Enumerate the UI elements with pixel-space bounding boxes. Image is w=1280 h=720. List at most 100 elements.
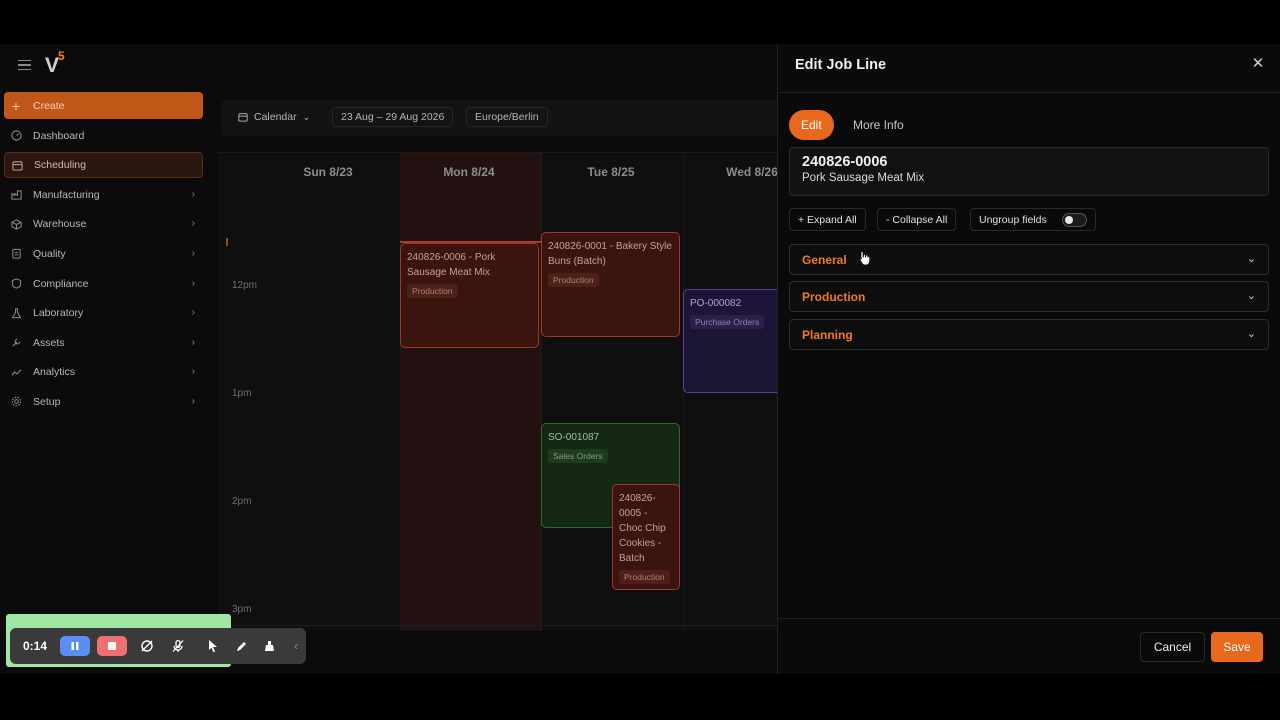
sidebar-item-quality[interactable]: Quality › <box>4 241 203 267</box>
pen-tool-icon[interactable] <box>231 636 251 656</box>
gauge-icon <box>10 130 22 142</box>
sidebar-item-label: Setup <box>33 395 61 408</box>
time-label-12pm: 12pm <box>232 280 258 291</box>
calendar-event[interactable]: 240826-0005 - Choc Chip Cookies - Batch … <box>612 484 680 590</box>
tab-edit[interactable]: Edit <box>789 110 834 140</box>
app-logo[interactable]: V5 <box>45 49 65 78</box>
pause-button[interactable] <box>60 636 90 656</box>
sidebar-item-manufacturing[interactable]: Manufacturing › <box>4 182 203 208</box>
timezone-button[interactable]: Europe/Berlin <box>466 107 548 127</box>
view-select[interactable]: Calendar ⌄ <box>230 107 318 127</box>
time-label-2pm: 2pm <box>232 496 252 507</box>
ungroup-fields-label: Ungroup fields <box>979 213 1047 226</box>
gear-icon <box>10 396 22 408</box>
box-icon <box>10 218 22 230</box>
week-calendar: Sun 8/23 Mon 8/24 Tue 8/25 Wed 8/26 12pm… <box>218 152 783 631</box>
divider <box>778 618 1280 619</box>
recording-timer: 0:14 <box>23 639 48 653</box>
sidebar: + Create Dashboard Scheduling Manufactur… <box>0 92 210 419</box>
job-number: 240826-0006 <box>802 154 888 170</box>
eraser-tool-icon[interactable] <box>259 636 279 656</box>
divider <box>778 92 1280 93</box>
mic-off-icon[interactable] <box>168 636 188 656</box>
section-planning[interactable]: Planning ⌄ <box>789 319 1269 350</box>
view-select-label: Calendar <box>254 111 297 123</box>
section-label: General <box>802 253 847 267</box>
sidebar-item-label: Laboratory <box>33 307 84 320</box>
sidebar-item-label: Scheduling <box>34 159 86 172</box>
cancel-button[interactable]: Cancel <box>1140 632 1205 662</box>
sidebar-item-analytics[interactable]: Analytics › <box>4 359 203 385</box>
date-range-button[interactable]: 23 Aug – 29 Aug 2026 <box>332 107 454 127</box>
event-tag: Production <box>407 284 458 298</box>
edit-job-line-panel: Edit Job Line ✕ Edit More Info 240826-00… <box>777 44 1280 674</box>
close-icon[interactable]: ✕ <box>1250 54 1266 72</box>
sidebar-item-dashboard[interactable]: Dashboard <box>4 123 203 149</box>
ungroup-fields-control[interactable]: Ungroup fields <box>970 208 1096 231</box>
calendar-event[interactable]: 240826-0001 - Bakery Style Buns (Batch) … <box>541 232 680 337</box>
sidebar-item-label: Assets <box>33 336 65 349</box>
sidebar-item-label: Quality <box>33 247 66 260</box>
day-header-tue: Tue 8/25 <box>587 165 635 179</box>
event-tag: Purchase Orders <box>690 315 765 329</box>
factory-icon <box>10 189 22 201</box>
pointer-tool-icon[interactable] <box>203 636 223 656</box>
save-button[interactable]: Save <box>1211 632 1263 662</box>
sidebar-item-setup[interactable]: Setup › <box>4 389 203 415</box>
day-header-mon: Mon 8/24 <box>443 165 495 179</box>
clipboard-icon <box>10 248 22 260</box>
chevron-down-icon: ⌄ <box>1246 290 1256 302</box>
column-divider <box>541 153 542 631</box>
time-label-3pm: 3pm <box>232 604 252 615</box>
job-name: Pork Sausage Meat Mix <box>802 172 925 184</box>
column-divider <box>683 153 684 631</box>
sidebar-item-label: Compliance <box>33 277 89 290</box>
hand-cursor-icon <box>859 251 871 266</box>
sidebar-item-laboratory[interactable]: Laboratory › <box>4 300 203 326</box>
sidebar-item-assets[interactable]: Assets › <box>4 330 203 356</box>
expand-all-button[interactable]: + Expand All <box>789 208 866 231</box>
sidebar-item-create[interactable]: + Create <box>4 92 203 119</box>
event-tag: Sales Orders <box>548 449 608 463</box>
trend-icon <box>10 366 22 378</box>
ungroup-fields-toggle[interactable] <box>1062 213 1087 227</box>
calendar-icon <box>238 112 248 122</box>
section-label: Production <box>802 290 866 304</box>
collapse-all-button[interactable]: - Collapse All <box>877 208 957 231</box>
sidebar-item-scheduling[interactable]: Scheduling <box>4 152 203 179</box>
chevron-right-icon: › <box>191 188 195 200</box>
stop-button[interactable] <box>97 636 127 656</box>
menu-icon[interactable] <box>12 56 36 74</box>
collapse-toolbar-icon[interactable]: ‹ <box>286 636 306 656</box>
panel-title: Edit Job Line <box>795 57 887 73</box>
sidebar-item-compliance[interactable]: Compliance › <box>4 271 203 297</box>
chevron-down-icon: ⌄ <box>1246 253 1256 265</box>
chevron-right-icon: › <box>191 395 195 407</box>
chevron-right-icon: › <box>191 307 195 319</box>
calendar-toolbar: Calendar ⌄ 23 Aug – 29 Aug 2026 Europe/B… <box>222 100 782 136</box>
chevron-right-icon: › <box>191 366 195 378</box>
section-production[interactable]: Production ⌄ <box>789 281 1269 312</box>
camera-off-icon[interactable] <box>137 636 157 656</box>
chevron-right-icon: › <box>191 277 195 289</box>
wrench-icon <box>10 337 22 349</box>
flask-icon <box>10 307 22 319</box>
chevron-right-icon: › <box>191 336 195 348</box>
section-label: Planning <box>802 328 853 342</box>
event-title: 240826-0005 - Choc Chip Cookies - Batch <box>619 493 666 564</box>
chevron-right-icon: › <box>191 247 195 259</box>
plus-icon: + <box>11 97 21 114</box>
sidebar-item-label: Dashboard <box>33 129 85 142</box>
chevron-right-icon: › <box>191 218 195 230</box>
calendar-icon <box>11 159 23 171</box>
sidebar-item-warehouse[interactable]: Warehouse › <box>4 211 203 237</box>
calendar-event[interactable]: PO-000082 Purchase Orders <box>683 289 783 393</box>
event-title: PO-000082 <box>690 298 742 309</box>
stop-icon <box>108 642 116 650</box>
event-title: 240826-0001 - Bakery Style Buns (Batch) <box>548 241 672 267</box>
today-column <box>400 153 541 631</box>
calendar-event[interactable]: 240826-0006 - Pork Sausage Meat Mix Prod… <box>400 243 539 348</box>
sidebar-item-label: Manufacturing <box>33 188 100 201</box>
tab-more-info[interactable]: More Info <box>841 110 916 140</box>
recorder-toolbar: 0:14 ‹ <box>10 628 306 664</box>
